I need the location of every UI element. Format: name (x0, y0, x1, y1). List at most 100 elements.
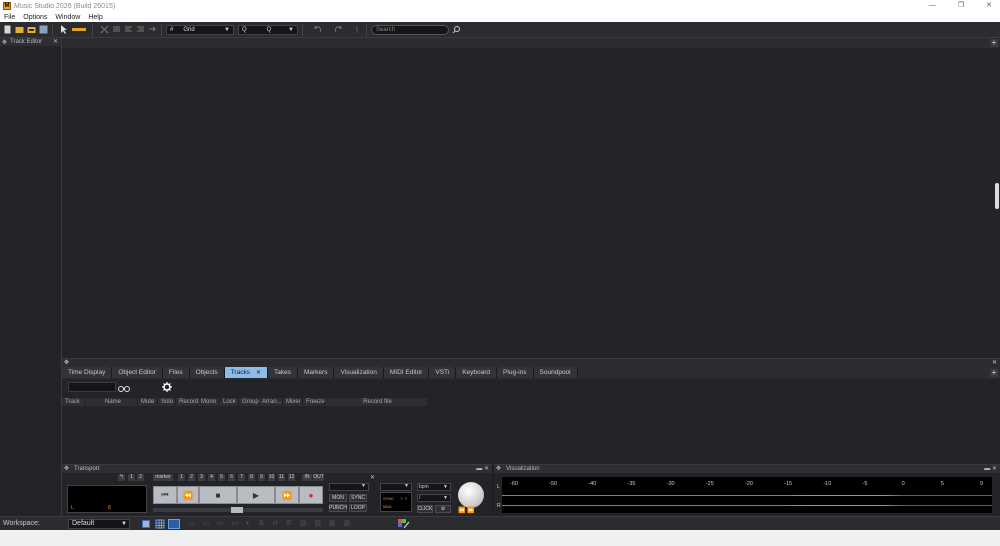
marker-button[interactable]: 11 (278, 474, 285, 481)
tempo-input[interactable]: bpm ▼ (417, 483, 451, 491)
undo-icon[interactable] (313, 25, 322, 34)
column-lock[interactable]: Lock (220, 398, 239, 406)
copy-icon[interactable] (112, 25, 121, 34)
tab-objects[interactable]: Objects (189, 367, 225, 378)
new-file-icon[interactable] (3, 25, 12, 34)
color-picker-icon[interactable] (398, 519, 412, 529)
vertical-scrollbar[interactable] (995, 183, 999, 209)
tab-soundpool[interactable]: Soundpool (533, 367, 578, 378)
column-group[interactable]: Group (239, 398, 259, 406)
redo-icon[interactable] (334, 25, 343, 34)
tab-tracks[interactable]: Tracks ✕ (224, 367, 268, 378)
record-button[interactable]: ● (299, 486, 323, 504)
gear-icon[interactable] (162, 382, 172, 392)
close-icon[interactable]: ▬ ✕ (984, 465, 997, 473)
metronome-settings-button[interactable]: ⚙ (435, 505, 451, 513)
jog-rewind-icon[interactable]: ⏪ ⏩ (458, 507, 475, 514)
rewind-button[interactable]: ⏪ (177, 486, 199, 504)
quantize-select[interactable]: Q Q ▼ (238, 24, 298, 35)
close-button[interactable]: ✕ (986, 0, 992, 12)
search-icon[interactable] (452, 25, 461, 34)
tab-keyboard[interactable]: Keyboard (456, 367, 498, 378)
restore-button[interactable]: ❐ (958, 0, 964, 12)
dock-close-icon[interactable]: ✕ (992, 359, 997, 366)
bottom-tool-icons[interactable]: ▭ ▭ ▭ ▭ ◐ ⇅ ⇄ ⇵ ▥ ▥ ▥ ▥ (188, 519, 353, 527)
close-icon[interactable]: ✕ (370, 474, 375, 481)
sync-button[interactable]: SYNC (349, 494, 367, 502)
marker-button[interactable]: 12 (288, 474, 295, 481)
transport-move-icon[interactable]: ✥ (64, 465, 69, 473)
menu-file[interactable]: File (4, 14, 15, 21)
close-icon[interactable]: ▬ ✕ (476, 465, 489, 473)
marker-button[interactable]: 10 (268, 474, 275, 481)
tab-time-display[interactable]: Time Display (62, 367, 113, 378)
column-solo[interactable]: Solo (158, 398, 176, 406)
in-button[interactable]: IN (302, 474, 312, 481)
menu-options[interactable]: Options (23, 14, 47, 21)
tab-files[interactable]: Files (162, 367, 190, 378)
jog-wheel[interactable] (458, 482, 484, 508)
marker-button[interactable]: 2 (188, 474, 195, 481)
position-display[interactable]: L 8 (67, 485, 147, 513)
column-freeze[interactable]: Freeze (303, 398, 325, 406)
tab-markers[interactable]: Markers (297, 367, 335, 378)
slider-thumb[interactable] (231, 507, 243, 513)
close-icon[interactable]: ✕ (256, 369, 261, 376)
column-mute[interactable]: Mute (138, 398, 158, 406)
mon-button[interactable]: MON (329, 494, 347, 502)
play-button[interactable]: ▶ (237, 486, 275, 504)
tab-plug-ins[interactable]: Plug-ins (497, 367, 534, 378)
open-folder-icon[interactable] (15, 25, 24, 34)
pointer-tool-icon[interactable] (60, 25, 69, 34)
tracks-filter-input[interactable] (68, 382, 116, 392)
minimize-button[interactable]: — (929, 0, 936, 12)
save-icon[interactable] (39, 25, 48, 34)
column-record-file[interactable]: Record file (325, 398, 428, 406)
add-track-button[interactable]: + (990, 39, 998, 47)
grid-view-icon[interactable] (155, 519, 165, 529)
punch-button[interactable]: PUNCH (329, 504, 347, 512)
out-button[interactable]: OUT (313, 474, 324, 481)
position-slider[interactable] (153, 507, 323, 513)
transport-dropdown[interactable]: ▼ (329, 483, 369, 491)
tab-visualization[interactable]: Visualization (334, 367, 384, 378)
column-record[interactable]: Record (176, 398, 198, 406)
panel-move-icon[interactable]: ✥ (2, 39, 7, 46)
open-project-icon[interactable] (27, 25, 36, 34)
tab-takes[interactable]: Takes (267, 367, 298, 378)
column-track[interactable]: Track (62, 398, 86, 406)
tab-midi-editor[interactable]: MIDI Editor (383, 367, 430, 378)
stop-button[interactable]: ■ (199, 486, 237, 504)
time-select[interactable]: ▼ (380, 483, 412, 491)
column-name[interactable]: Name (86, 398, 138, 406)
marker-button[interactable]: 9 (258, 474, 265, 481)
marker-icon[interactable] (353, 25, 362, 34)
marker-button[interactable]: 3 (198, 474, 205, 481)
marker-button[interactable]: 6 (228, 474, 235, 481)
align-icon[interactable] (136, 25, 145, 34)
close-icon[interactable]: ✕ (53, 38, 58, 45)
column-mixer[interactable]: Mixer (283, 398, 303, 406)
marker-button[interactable]: 1 (178, 474, 185, 481)
loop-button[interactable]: LOOP (349, 504, 367, 512)
add-tab-button[interactable]: + (990, 369, 998, 377)
marker-button[interactable]: 4 (208, 474, 215, 481)
arranger-view-icon[interactable] (168, 519, 180, 529)
loop-icon[interactable] (148, 25, 157, 34)
fast-forward-button[interactable]: ⏩ (275, 486, 299, 504)
locator-2-button[interactable]: 2 (137, 474, 144, 481)
column-mono[interactable]: Mono (198, 398, 220, 406)
visualization-move-icon[interactable]: ✥ (496, 465, 501, 473)
cut-icon[interactable] (100, 25, 109, 34)
time-signature-input[interactable]: / ▼ (417, 494, 451, 502)
menu-window[interactable]: Window (55, 14, 80, 21)
grid-select[interactable]: # Grid ▼ (166, 24, 234, 35)
mixer-icon[interactable] (141, 519, 151, 529)
menu-help[interactable]: Help (88, 14, 102, 21)
tab-vsti[interactable]: VSTi (429, 367, 457, 378)
tab-object-editor[interactable]: Object Editor (112, 367, 163, 378)
locator-1-button[interactable]: 1 (128, 474, 135, 481)
binoculars-icon[interactable] (118, 384, 130, 392)
search-input[interactable]: Search (371, 24, 449, 35)
locator-back-button[interactable]: ↰ (118, 474, 125, 481)
